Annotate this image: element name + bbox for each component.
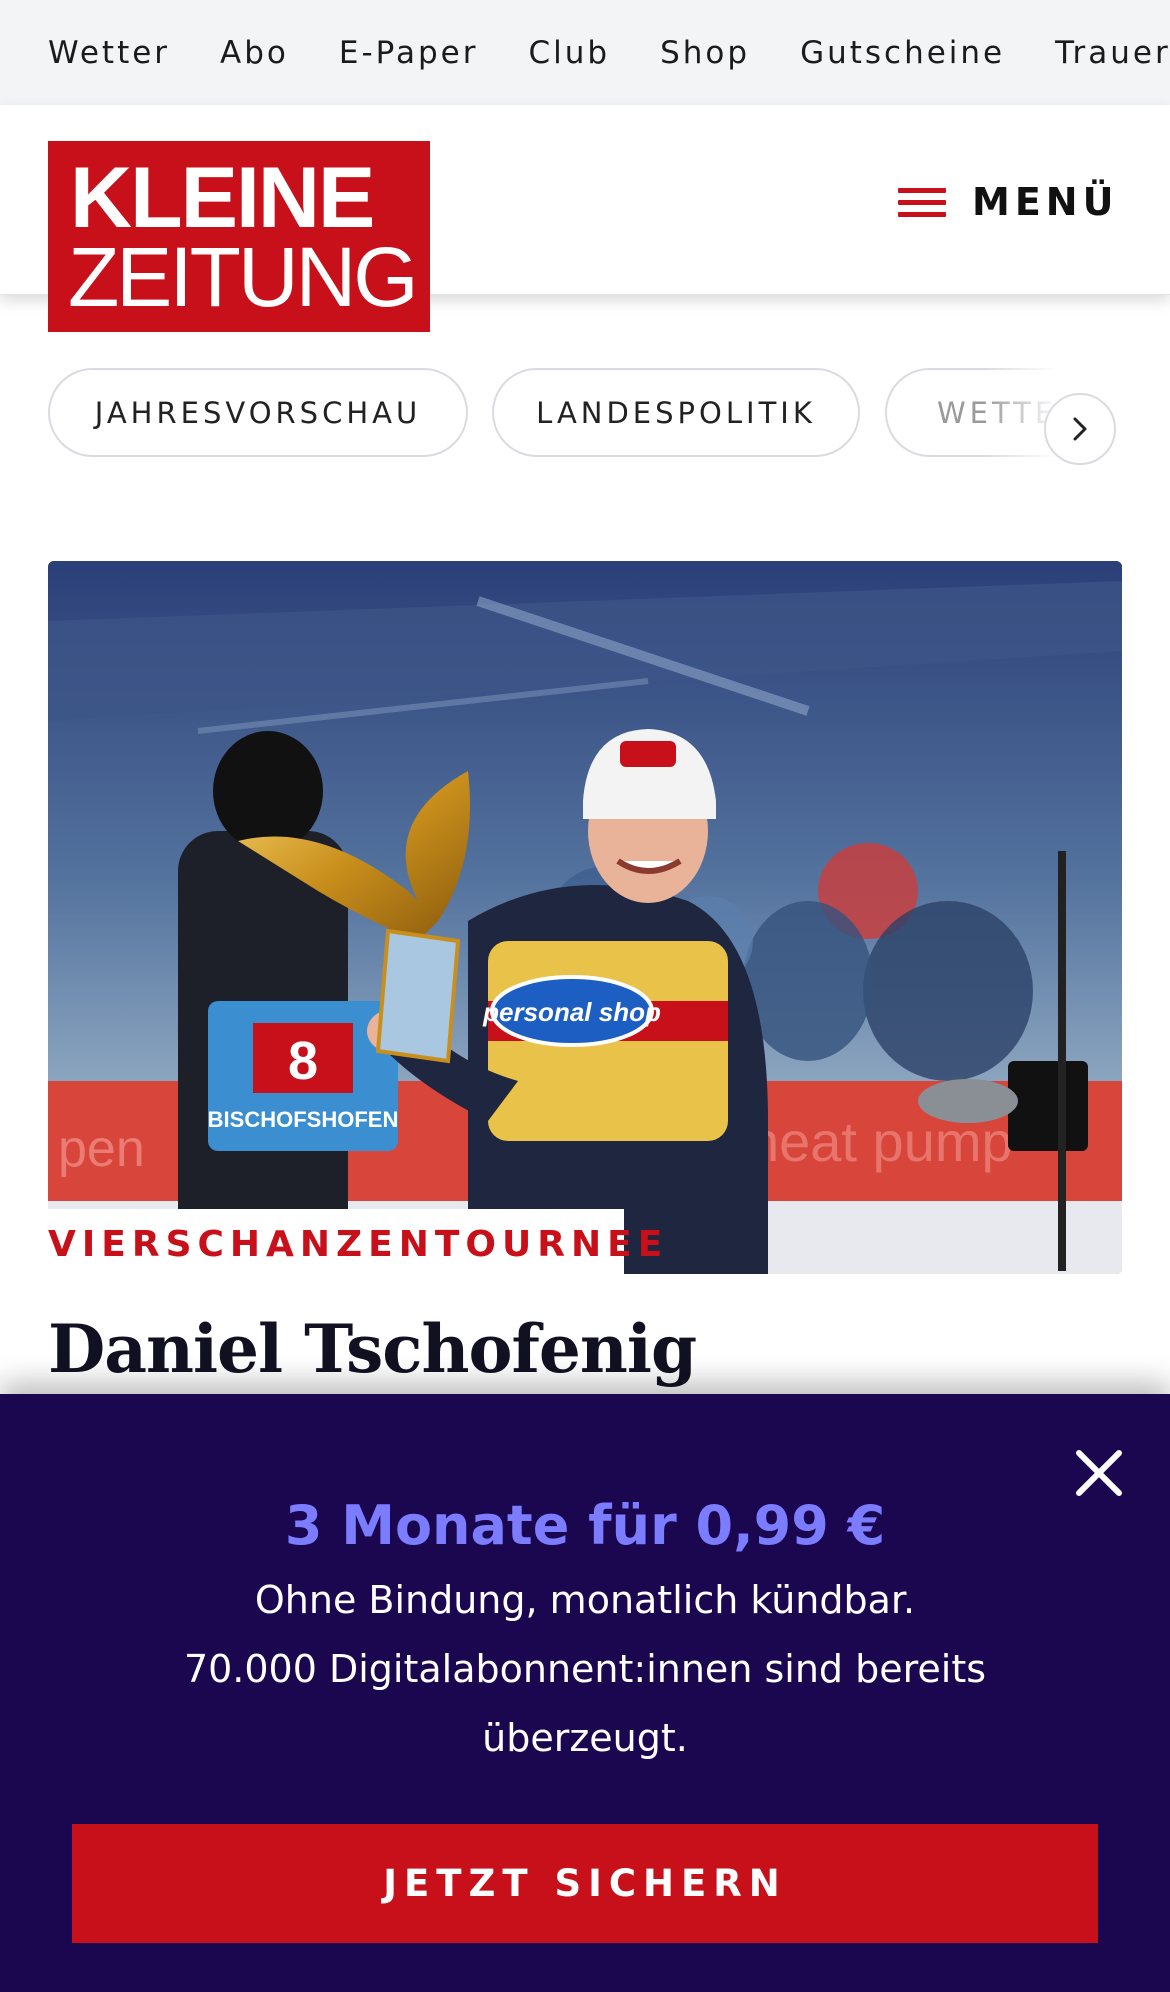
article-kicker-label: VIERSCHANZENTOURNEE — [48, 1224, 669, 1265]
kleine-zeitung-logo[interactable]: KLEINE ZEITUNG — [48, 141, 430, 332]
menu-button[interactable]: MENÜ — [898, 167, 1118, 237]
topnav-link-wetter[interactable]: Wetter — [48, 35, 170, 71]
offer-headline: 3 Monate für 0,99 € — [284, 1494, 886, 1557]
top-utility-links: Wetter Abo E-Paper Club Shop Gutscheine … — [48, 0, 1170, 105]
offer-description: Ohne Bindung, monatlich kündbar. 70.000 … — [140, 1566, 1030, 1773]
topic-chip-landespolitik[interactable]: LANDESPOLITIK — [492, 368, 860, 457]
bib-number: 8 — [288, 1031, 318, 1091]
article-kicker: VIERSCHANZENTOURNEE — [48, 1209, 662, 1277]
topic-chip-jahresvorschau[interactable]: JAHRESVORSCHAU — [48, 368, 468, 457]
offer-line-1: Ohne Bindung, monatlich kündbar. — [254, 1578, 916, 1622]
topnav-link-epaper[interactable]: E-Paper — [339, 35, 479, 71]
offer-line-2: 70.000 Digitalabonnent:innen sind bereit… — [183, 1647, 987, 1760]
topnav-link-gutscheine[interactable]: Gutscheine — [800, 35, 1005, 71]
close-overlay-button[interactable] — [1072, 1446, 1126, 1500]
topnav-link-club[interactable]: Club — [528, 35, 610, 71]
article-hero-image[interactable]: pen heat pump 8 BISCHOFSHOFEN personal s… — [48, 561, 1122, 1274]
topnav-link-abo[interactable]: Abo — [220, 35, 289, 71]
chip-scroll-right-button[interactable] — [1044, 393, 1116, 465]
topnav-link-shop[interactable]: Shop — [660, 35, 750, 71]
logo-line-1: KLEINE — [70, 150, 375, 246]
menu-label: MENÜ — [972, 180, 1119, 224]
ski-jump-winner-photo: pen heat pump 8 BISCHOFSHOFEN personal s… — [48, 561, 1122, 1274]
subscription-overlay: 3 Monate für 0,99 € Ohne Bindung, monatl… — [0, 1394, 1170, 1992]
top-utility-nav: Wetter Abo E-Paper Club Shop Gutscheine … — [0, 0, 1170, 105]
close-icon — [1076, 1450, 1122, 1496]
site-header: KLEINE ZEITUNG MENÜ — [0, 105, 1170, 332]
sponsor-logo-text: personal shop — [482, 997, 661, 1027]
chevron-right-icon — [1073, 417, 1087, 441]
hamburger-icon — [898, 184, 946, 220]
logo-line-2: ZEITUNG — [68, 230, 419, 324]
article-headline[interactable]: Daniel Tschofenig — [48, 1310, 697, 1388]
svg-text:pen: pen — [58, 1120, 145, 1178]
topnav-link-trauerportal[interactable]: Trauerportal — [1055, 35, 1170, 71]
subscribe-now-button[interactable]: JETZT SICHERN — [72, 1824, 1098, 1943]
bib-text: BISCHOFSHOFEN — [208, 1107, 399, 1132]
